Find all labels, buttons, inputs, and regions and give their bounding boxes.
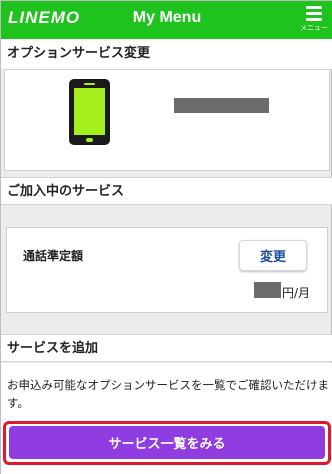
redacted-phone-number <box>174 98 269 113</box>
device-card <box>4 69 330 171</box>
subscribed-heading: ご加入中のサービス <box>1 177 332 205</box>
smartphone-icon <box>69 79 110 145</box>
option-change-heading: オプションサービス変更 <box>1 39 332 69</box>
menu-label: メニュー <box>300 24 328 32</box>
phone-screen <box>74 88 105 135</box>
service-list-button[interactable]: サービス一覧をみる <box>9 426 325 459</box>
price-unit: 円/月 <box>282 286 311 300</box>
add-service-heading: サービスを追加 <box>1 334 332 362</box>
redacted-price <box>254 282 281 298</box>
hamburger-bar <box>306 12 322 15</box>
menu-button[interactable]: メニュー <box>300 4 328 36</box>
service-name: 通話準定額 <box>23 249 84 263</box>
hamburger-icon <box>306 6 322 9</box>
hamburger-bar <box>306 18 322 21</box>
change-button[interactable]: 変更 <box>239 240 307 271</box>
add-service-description: お申込み可能なオプションサービスを一覧でご確認いただけます。 <box>7 378 329 410</box>
app-header: LINEMO My Menu メニュー <box>1 1 332 39</box>
screen: LINEMO My Menu メニュー オプションサービス変更 ご加入中のサービ… <box>0 0 332 474</box>
page-title: My Menu <box>132 9 202 26</box>
phone-speaker <box>84 83 95 85</box>
phone-home-button <box>86 138 93 142</box>
